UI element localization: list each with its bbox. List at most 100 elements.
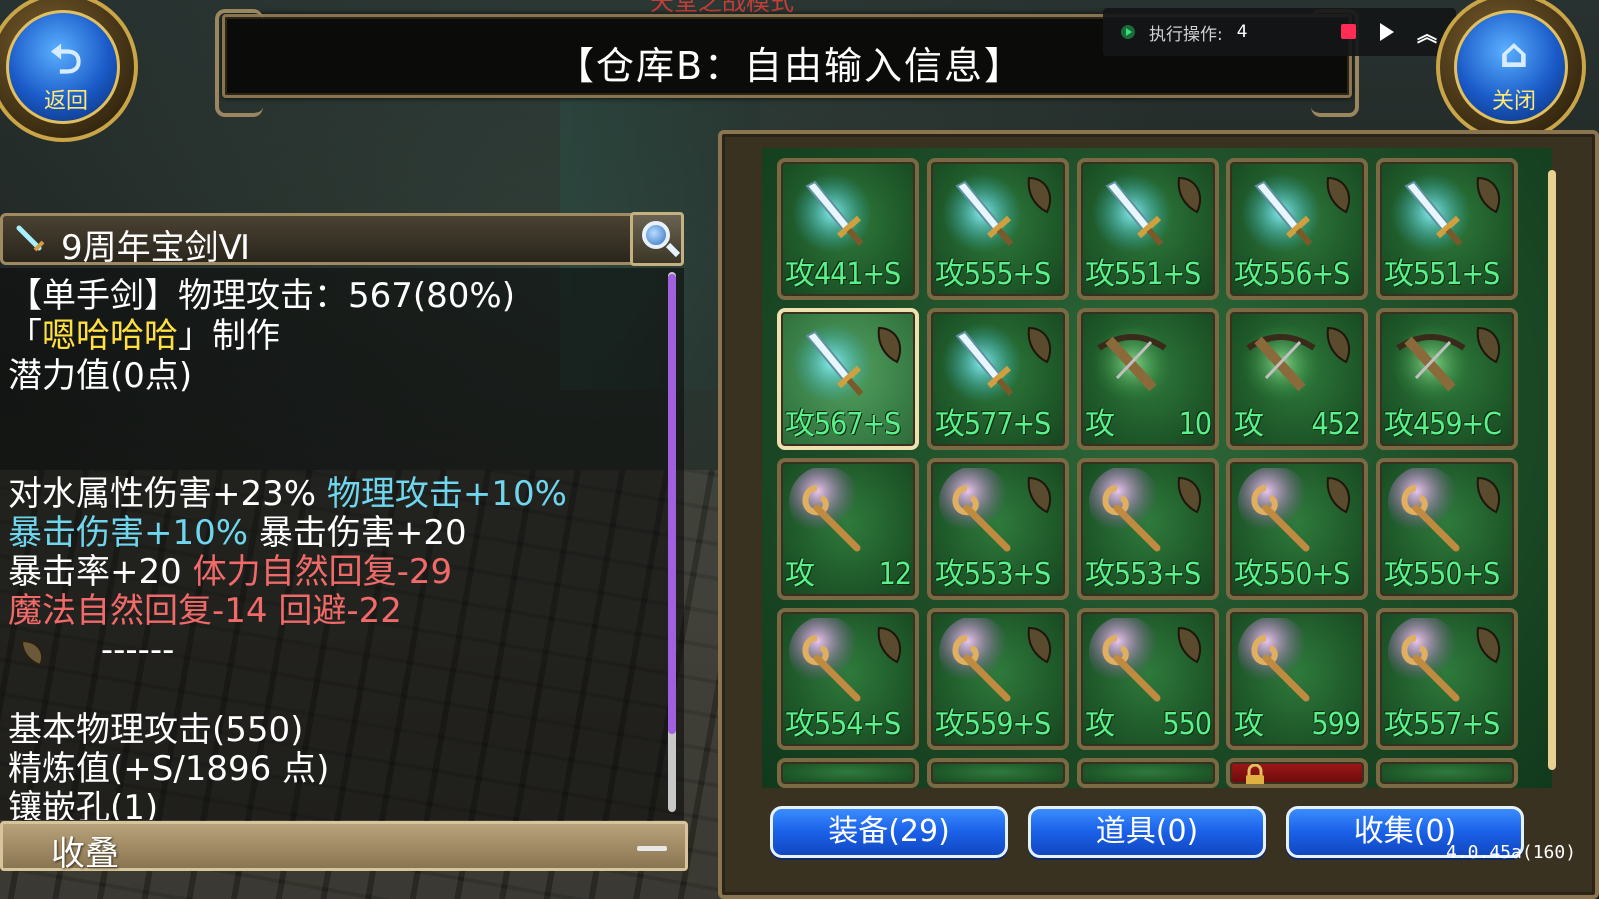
storage-slot[interactable]: 攻 452 <box>1226 308 1368 450</box>
staff-icon <box>1238 618 1310 702</box>
play-icon[interactable] <box>1380 23 1394 41</box>
executor-status-icon <box>1121 25 1135 39</box>
storage-slot[interactable]: 攻555+S <box>927 158 1069 300</box>
storage-slot-partial[interactable] <box>927 758 1069 788</box>
seed-icon <box>20 639 43 666</box>
item-name-bar: 9周年宝剑Ⅵ <box>0 213 684 268</box>
item-sockets: 镶嵌孔(1) <box>8 788 159 820</box>
storage-slot[interactable]: 攻556+S <box>1226 158 1368 300</box>
minus-icon <box>637 846 667 851</box>
staff-icon <box>1388 618 1460 702</box>
tab-equipment[interactable]: 装备(29) <box>770 806 1008 858</box>
executor-toolbar: 执行操作: 4 ︽ <box>1103 8 1456 56</box>
maker-open: 「 <box>8 316 42 356</box>
slot-label: 攻 12 <box>785 558 915 592</box>
slot-label: 攻 452 <box>1234 408 1364 442</box>
stop-icon[interactable] <box>1341 24 1356 39</box>
seed-icon <box>1027 476 1052 514</box>
storage-slot[interactable]: 攻 550 <box>1077 608 1219 750</box>
slot-prefix: 攻 <box>1085 707 1115 742</box>
storage-slot-locked[interactable] <box>1226 758 1368 788</box>
slot-label: 攻553+S <box>935 557 1051 592</box>
stat-crit-rate: 暴击率+20 <box>8 552 182 592</box>
storage-slot[interactable]: 攻557+S <box>1376 608 1518 750</box>
tab-items[interactable]: 道具(0) <box>1028 806 1266 858</box>
slot-label: 攻556+S <box>1234 257 1350 292</box>
sword-icon <box>792 173 872 253</box>
storage-slot-partial[interactable] <box>777 758 919 788</box>
item-stat-line-4: 魔法自然回复-14 回避-22 <box>8 591 402 631</box>
storage-slot[interactable]: 攻553+S <box>1077 458 1219 600</box>
seed-icon <box>1177 476 1202 514</box>
storage-slot[interactable]: 攻553+S <box>927 458 1069 600</box>
item-type-attack: 【单手剑】物理攻击：567(80%) <box>8 276 515 316</box>
storage-slot[interactable]: 攻551+S <box>1077 158 1219 300</box>
storage-slot-partial[interactable] <box>1376 758 1518 788</box>
slot-label: 攻550+S <box>1384 557 1500 592</box>
slot-value: 599 <box>1311 707 1361 742</box>
slot-label: 攻555+S <box>935 257 1051 292</box>
slot-value: 550 <box>1162 707 1212 742</box>
storage-slot[interactable]: 攻550+S <box>1226 458 1368 600</box>
seed-icon <box>1027 326 1052 364</box>
stat-mp-regen: 魔法自然回复-14 <box>8 591 268 631</box>
slot-label: 攻 10 <box>1085 408 1215 442</box>
sword-icon <box>942 323 1022 403</box>
storage-slot[interactable]: 攻551+S <box>1376 158 1518 300</box>
storage-slot[interactable]: 攻567+S <box>777 308 919 450</box>
storage-slot[interactable]: 攻 599 <box>1226 608 1368 750</box>
magnify-button[interactable] <box>630 212 684 266</box>
storage-slot[interactable]: 攻559+S <box>927 608 1069 750</box>
slot-label: 攻577+S <box>935 407 1051 442</box>
seed-icon <box>877 326 902 364</box>
collapse-button[interactable]: 收叠 <box>0 821 688 874</box>
storage-slot[interactable]: 攻459+C <box>1376 308 1518 450</box>
maker-close: 」制作 <box>178 316 280 356</box>
staff-icon <box>1388 468 1460 552</box>
slot-prefix: 攻 <box>785 557 815 592</box>
item-stat-line-2: 暴击伤害+10% 暴击伤害+20 <box>8 513 467 553</box>
slot-label: 攻557+S <box>1384 707 1500 742</box>
magnifier-icon <box>642 221 670 249</box>
close-button-label: 关闭 <box>1491 89 1536 114</box>
detail-scrollbar-thumb[interactable] <box>668 274 676 734</box>
collapse-label: 收叠 <box>51 834 119 874</box>
item-maker-line: 「嗯哈哈哈」制作 <box>8 316 280 356</box>
storage-slot[interactable]: 攻 10 <box>1077 308 1219 450</box>
storage-scrollbar[interactable] <box>1548 170 1556 770</box>
slot-prefix: 攻 <box>1085 407 1115 442</box>
executor-count: 4 <box>1236 22 1248 42</box>
staff-icon <box>1238 468 1310 552</box>
back-button-face: ⮌ 返回 <box>6 10 120 124</box>
storage-slot[interactable]: 攻550+S <box>1376 458 1518 600</box>
slot-label: 攻 599 <box>1234 708 1364 742</box>
slot-label: 攻554+S <box>785 707 901 742</box>
stat-phys: 物理攻击+10% <box>326 474 567 514</box>
version-label: 4.0.45a(160) <box>1446 842 1577 863</box>
seed-icon <box>1177 626 1202 664</box>
detail-scrollbar[interactable] <box>668 272 676 812</box>
seed-icon <box>1027 176 1052 214</box>
seed-icon <box>1326 476 1351 514</box>
staff-icon <box>1089 468 1161 552</box>
magnifier-handle <box>665 242 681 258</box>
staff-icon <box>789 468 861 552</box>
item-base-attack: 基本物理攻击(550) <box>8 710 304 750</box>
sword-icon <box>16 225 45 252</box>
seed-icon <box>1326 176 1351 214</box>
item-stat-line-1: 对水属性伤害+23% 物理攻击+10% <box>8 474 567 514</box>
storage-slot[interactable]: 攻577+S <box>927 308 1069 450</box>
crossbow-icon <box>1092 323 1172 403</box>
storage-slot-partial[interactable] <box>1077 758 1219 788</box>
stat-crit-dmg-pct: 暴击伤害+10% <box>8 513 249 553</box>
storage-slot[interactable]: 攻 12 <box>777 458 919 600</box>
chevron-up-icon[interactable]: ︽ <box>1417 18 1437 47</box>
executor-label: 执行操作: <box>1149 24 1223 45</box>
slot-label: 攻551+S <box>1085 257 1201 292</box>
slot-label: 攻459+C <box>1384 407 1502 442</box>
slot-label: 攻559+S <box>935 707 1051 742</box>
storage-slot[interactable]: 攻441+S <box>777 158 919 300</box>
crossbow-icon <box>1241 323 1321 403</box>
seed-icon <box>1476 626 1501 664</box>
storage-slot[interactable]: 攻554+S <box>777 608 919 750</box>
